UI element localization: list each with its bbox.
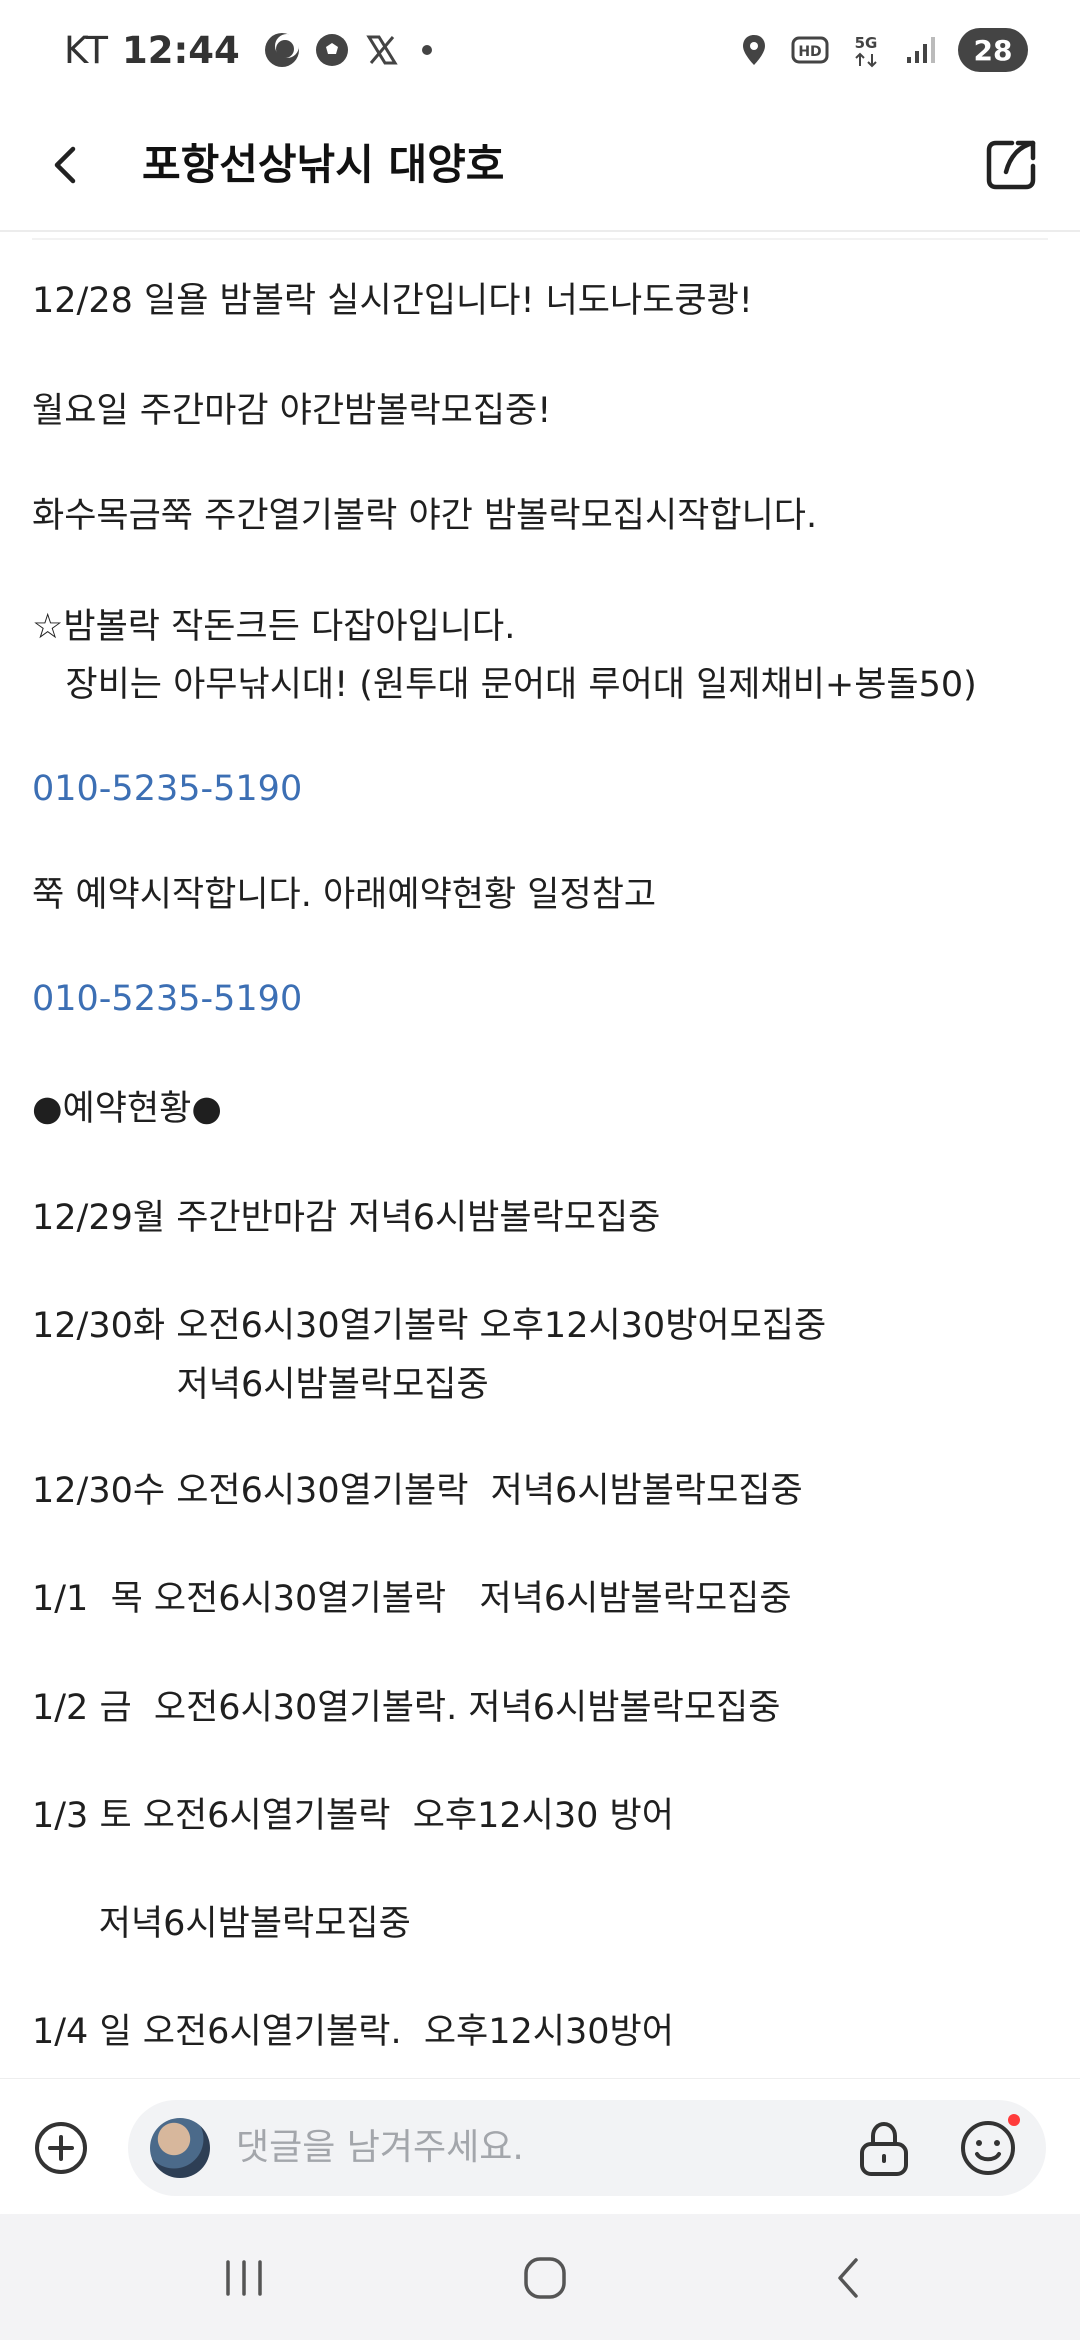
post-line: 쭉 예약시작합니다. 아래예약현황 일정참고 [32,875,657,915]
comment-input[interactable]: 댓글을 남겨주세요. [128,2100,1046,2196]
emoji-button[interactable] [952,2112,1024,2184]
system-nav-bar [0,2214,1080,2340]
home-button[interactable] [505,2242,585,2314]
phone-link[interactable]: 010-5235-5190 [32,760,302,818]
notification-dot [421,45,432,55]
page-title: 포항선상낚시 대양호 [142,140,505,189]
smiley-icon [961,2121,1015,2175]
back-nav-button[interactable] [808,2242,888,2314]
post-line: 장비는 아무낚시대! (원투대 문어대 루어대 일제채비+봉돌50) [32,665,977,705]
post-line: 1/1 목 오전6시30열기볼락 저녁6시밤볼락모집중 [32,1579,792,1619]
new-badge-dot [1008,2114,1020,2126]
post-line: 월요일 주간마감 야간밤볼락모집중! [32,391,552,431]
status-bar: KT 12:44 HD 5G 28 [0,0,1080,100]
avatar [150,2118,210,2178]
home-icon [524,2257,566,2299]
recent-apps-icon [226,2260,262,2296]
post-line: 저녁6시밤볼락모집중 [32,1904,411,1944]
post-line: 1/3 토 오전6시열기볼락 오후12시30 방어 [32,1796,674,1836]
secret-comment-button[interactable] [850,2114,918,2182]
carrier-label: KT [64,28,108,72]
comment-placeholder: 댓글을 남겨주세요. [236,2127,524,2168]
share-icon [986,140,1036,190]
svg-text:5G: 5G [855,34,878,52]
post-line: 12/30수 오전6시30열기볼락 저녁6시밤볼락모집중 [32,1471,803,1511]
signal-icon [902,30,942,70]
post-line: ☆밤볼락 작돈크든 다잡아입니다. [32,607,516,647]
soccer-ball-icon [312,30,352,70]
recent-apps-button[interactable] [204,2242,284,2314]
svg-text:HD: HD [798,44,821,60]
post-line: 1/2 금 오전6시30열기볼락. 저녁6시밤볼락모집중 [32,1688,781,1728]
back-button[interactable] [30,130,100,200]
app-header: 포항선상낚시 대양호 [0,100,1080,232]
phone-link[interactable]: 010-5235-5190 [32,970,302,1028]
moon-icon [262,30,302,70]
lock-icon [860,2121,908,2176]
back-nav-icon [838,2258,858,2298]
5g-icon: 5G [846,30,886,70]
share-button[interactable] [972,126,1050,204]
post-line: 12/30화 오전6시30열기볼락 오후12시30방어모집중 [32,1306,827,1346]
add-attachment-button[interactable] [26,2113,96,2183]
hd-icon: HD [790,30,830,70]
location-icon [734,30,774,70]
post-line: 12/29월 주간반마감 저녁6시밤볼락모집중 [32,1198,661,1238]
post-content: 12/28 일욜 밤볼락 실시간입니다! 너도나도쿵쾅! 월요일 주간마감 야간… [32,240,1052,2078]
post-line: 1/4 일 오전6시열기볼락. 오후12시30방어 [32,2012,674,2052]
post-line: 12/28 일욜 밤볼락 실시간입니다! 너도나도쿵쾅! [32,281,753,321]
battery-icon: 28 [958,28,1028,72]
back-arrow-icon [54,146,76,184]
x-logo-icon [362,30,402,70]
post-line: 화수목금쭉 주간열기볼락 야간 밤볼락모집시작합니다. [32,496,818,536]
status-time: 12:44 [122,28,240,72]
post-line: 저녁6시밤볼락모집중 [32,1365,489,1405]
post-line: ●예약현황● [32,1089,222,1129]
comment-bar: 댓글을 남겨주세요. [0,2078,1080,2214]
plus-circle-icon [35,2122,87,2174]
